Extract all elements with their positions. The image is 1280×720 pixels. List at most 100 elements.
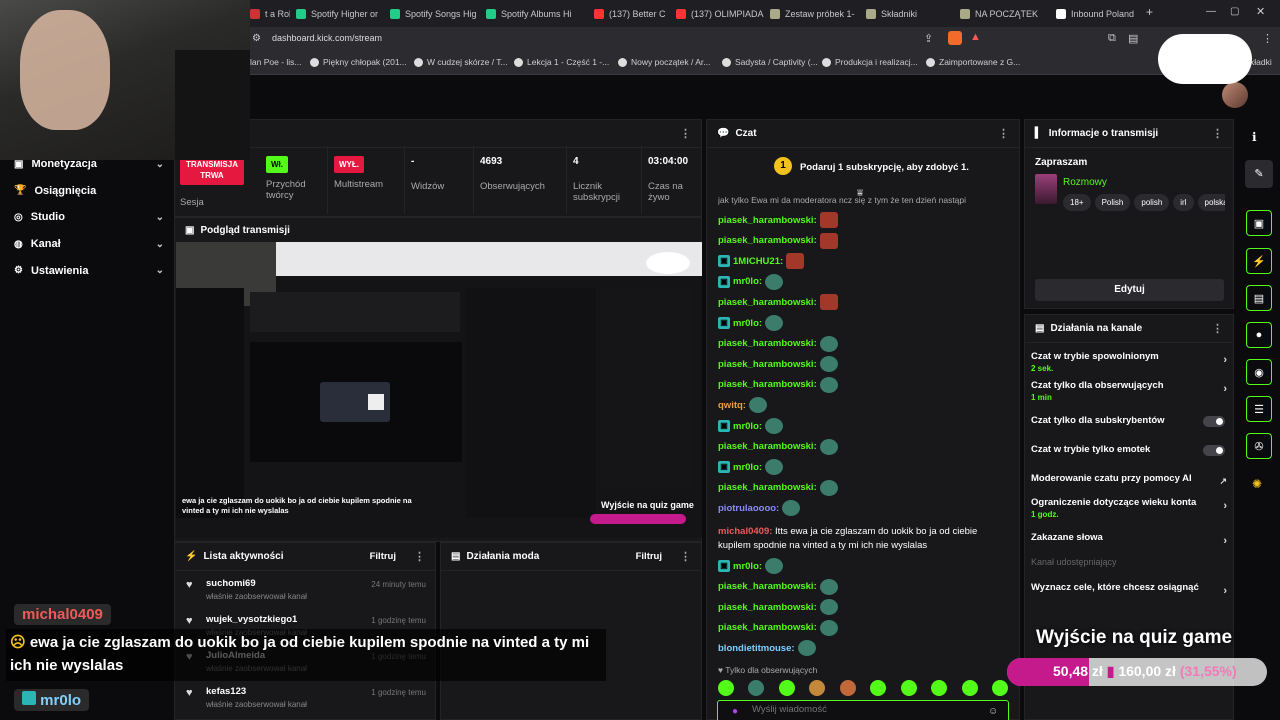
activity-filter-button[interactable]: Filtruj [370,551,396,562]
sidebar-toggle-icon[interactable]: ▤ [1128,32,1138,45]
more-icon[interactable]: ⋮ [680,550,691,563]
chat-username[interactable]: piasek_harambowski: [718,235,817,246]
bookmark-item[interactable]: Piękny chłopak (201... [310,57,407,67]
sidebar-item[interactable]: ◍ Kanał ⌄ [14,238,164,250]
bookmark-item[interactable]: Lekcja 1 - Część 1 -... [514,57,609,67]
chat-username[interactable]: mr0lo: [733,276,762,287]
chat-username[interactable]: piasek_harambowski: [718,338,817,349]
mod-actions-filter-button[interactable]: Filtruj [636,551,662,562]
minimize-icon[interactable]: — [1206,6,1216,17]
bookmark-item[interactable]: kładki [1250,57,1272,67]
sidebar-item[interactable]: ⚙ Ustawienia ⌄ [14,265,164,277]
browser-tab[interactable]: Spotify Songs Hig [390,4,480,24]
page-info-icon[interactable]: ⚙ [252,33,261,44]
brave-shield-icon[interactable] [948,31,962,45]
chat-username[interactable]: mr0lo: [733,421,762,432]
close-window-icon[interactable]: ✕ [1256,5,1265,18]
chat-username[interactable]: piotrulaoooo: [718,503,779,514]
user-avatar[interactable] [1222,82,1248,108]
maximize-icon[interactable]: ▢ [1230,6,1239,17]
sidebar-item[interactable]: 🏆 Osiągnięcia [14,185,164,197]
emote-picker-icon[interactable] [839,680,856,696]
stream-preview[interactable]: Wyjście na quiz game ewa ja cie zglaszam… [176,242,702,538]
gift-sub-promo[interactable]: Podaruj 1 subskrypcję, aby zdobyć 1. [800,162,969,173]
chat-username[interactable]: piasek_harambowski: [718,602,817,613]
browser-tab[interactable]: t a Rob [250,4,290,24]
chat-username[interactable]: qwitq: [718,400,746,411]
rail-broadcast-icon[interactable]: ◉ [1246,359,1272,385]
browser-tab[interactable]: Inbound Poland [1056,4,1138,24]
channel-action-row[interactable]: Zakazane słowa › [1031,532,1227,547]
stat-pill[interactable]: Wł. [266,156,288,173]
channel-action-row[interactable]: Czat w trybie spowolnionym 2 sek. › [1031,351,1227,373]
rail-camera-icon[interactable]: ▣ [1246,210,1272,236]
rewards-icon[interactable]: ▲ [970,31,981,43]
emote-picker-icon[interactable] [961,680,978,696]
chat-username[interactable]: mr0lo: [733,462,762,473]
extensions-icon[interactable]: ⧉ [1108,32,1116,45]
chat-username[interactable]: blondietitmouse: [718,643,795,654]
channel-action-row[interactable]: Czat tylko dla subskrybentów [1031,415,1227,427]
edit-button[interactable]: Edytuj [1035,279,1224,301]
channel-action-row[interactable]: Ograniczenie dotyczące wieku konta 1 godz… [1031,497,1227,519]
channel-action-row[interactable]: Czat w trybie tylko emotek [1031,444,1227,456]
activity-item[interactable]: ♥ suchomi69 właśnie zaobserwował kanał 24 m… [186,578,436,601]
sidebar-item[interactable]: ◎ Studio ⌄ [14,211,164,223]
share-icon[interactable]: ⇪ [924,32,933,45]
more-icon[interactable]: ⋮ [680,127,691,140]
category-name[interactable]: Rozmowy [1063,177,1107,188]
bookmark-item[interactable]: Nowy początek / Ar... [618,57,710,67]
rail-wrench-icon[interactable]: ✇ [1246,433,1272,459]
chat-username[interactable]: piasek_harambowski: [718,482,817,493]
more-icon[interactable]: ⋮ [414,550,425,563]
emote-picker-icon[interactable] [809,680,826,696]
info-circle-icon[interactable]: ℹ [1252,130,1257,144]
chat-username[interactable]: piasek_harambowski: [718,215,817,226]
chat-username[interactable]: piasek_harambowski: [718,622,817,633]
emote-picker-icon[interactable] [778,680,795,696]
channel-action-row[interactable]: Wyznacz cele, które chcesz osiągnąć › [1031,582,1227,597]
chat-username[interactable]: mr0lo: [733,561,762,572]
emote-picker-icon[interactable] [931,680,948,696]
chat-username[interactable]: piasek_harambowski: [718,379,817,390]
new-tab-button[interactable]: + [1146,5,1153,19]
toggle-switch[interactable] [1203,445,1225,456]
chat-username[interactable]: 1MICHU21: [733,256,783,267]
chat-username[interactable]: piasek_harambowski: [718,359,817,370]
browser-tab[interactable]: Spotify Higher or [296,4,384,24]
more-icon[interactable]: ⋮ [1212,127,1223,140]
chat-username[interactable]: piasek_harambowski: [718,441,817,452]
activity-item[interactable]: ♥ kefas123 właśnie zaobserwował kanał 1 god… [186,686,436,709]
emote-picker-icon[interactable] [991,680,1008,696]
more-icon[interactable]: ⋮ [1212,322,1223,335]
rail-layout-icon[interactable]: ☰ [1246,396,1272,422]
more-icon[interactable]: ⋮ [998,127,1009,140]
chat-username[interactable]: michal0409: [718,526,772,537]
browser-menu-icon[interactable]: ⋮ [1262,32,1273,45]
url-field[interactable]: dashboard.kick.com/stream [272,33,382,43]
chat-username[interactable]: piasek_harambowski: [718,297,817,308]
stat-pill[interactable]: WYŁ. [334,156,364,173]
channel-action-row[interactable]: Czat tylko dla obserwujących 1 min › [1031,380,1227,402]
chat-username[interactable]: piasek_harambowski: [718,581,817,592]
bookmark-item[interactable]: lan Poe - lis... [250,57,302,67]
chat-input-box[interactable]: ● ☺ [717,700,1009,720]
bookmark-item[interactable]: Sadysta / Captivity (... [722,57,818,67]
channel-action-row[interactable]: Moderowanie czatu przy pomocy AI ↗ [1031,473,1227,486]
bookmark-item[interactable]: W cudzej skórze / T... [414,57,508,67]
bookmark-item[interactable]: Zaimportowane z G... [926,57,1020,67]
browser-tab[interactable]: (137) Better C [594,4,670,24]
emote-picker-icon[interactable] [748,680,765,696]
rail-sun-icon[interactable]: ✺ [1252,477,1262,491]
browser-tab[interactable]: NA POCZĄTEK [960,4,1050,24]
emote-picker-icon[interactable] [870,680,887,696]
emote-picker-icon[interactable] [718,680,734,696]
rail-list-icon[interactable]: ▤ [1246,285,1272,311]
emoji-icon[interactable]: ☺ [988,706,998,717]
browser-tab[interactable]: (137) OLIMPIADA [676,4,764,24]
rail-bolt-icon[interactable]: ⚡ [1246,248,1272,274]
emote-picker-icon[interactable] [900,680,917,696]
rail-chat-icon[interactable]: ● [1246,322,1272,348]
toggle-switch[interactable] [1203,416,1225,427]
browser-tab[interactable]: Spotify Albums Hi [486,4,588,24]
